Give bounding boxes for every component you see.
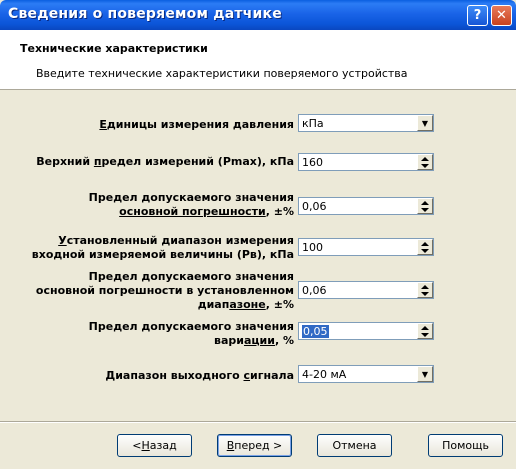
spinner-icon[interactable] xyxy=(417,323,433,339)
units-select[interactable]: кПа ▼ xyxy=(298,114,434,132)
title-bar: Сведения о поверяемом датчике ? ✕ xyxy=(0,0,516,30)
chevron-down-icon[interactable]: ▼ xyxy=(417,115,433,131)
spinner-icon[interactable] xyxy=(417,239,433,255)
variation-input[interactable]: 0,05 xyxy=(298,322,434,340)
units-label: Единицы измерения давления xyxy=(99,118,294,131)
help-button[interactable]: Помощь xyxy=(428,434,503,457)
range-error-label: Предел допускаемого значения основной по… xyxy=(35,270,294,311)
upper-limit-input[interactable]: 160 xyxy=(298,153,434,171)
footer-divider xyxy=(0,421,516,423)
upper-limit-label: Верхний предел измерений (Pmax), кПа xyxy=(36,155,294,168)
basic-error-label: Предел допускаемого значения основной по… xyxy=(88,191,294,218)
header-subtitle: Введите технические характеристики повер… xyxy=(36,67,408,80)
next-button[interactable]: Вперед > xyxy=(217,434,292,457)
spinner-icon[interactable] xyxy=(417,154,433,170)
help-title-button[interactable]: ? xyxy=(467,5,488,26)
range-input[interactable]: 100 xyxy=(298,238,434,256)
window-title: Сведения о поверяемом датчике xyxy=(8,6,282,22)
output-label: Диапазон выходного сигнала xyxy=(105,369,294,382)
range-error-input[interactable]: 0,06 xyxy=(298,281,434,299)
spinner-icon[interactable] xyxy=(417,282,433,298)
variation-label: Предел допускаемого значения вариации, % xyxy=(88,320,294,347)
header-title: Технические характеристики xyxy=(20,42,208,55)
range-label: Установленный диапазон измерения входной… xyxy=(31,234,294,261)
basic-error-input[interactable]: 0,06 xyxy=(298,197,434,215)
cancel-button[interactable]: Отмена xyxy=(317,434,392,457)
output-select[interactable]: 4-20 мА ▼ xyxy=(298,365,434,383)
chevron-down-icon[interactable]: ▼ xyxy=(417,366,433,382)
spinner-icon[interactable] xyxy=(417,198,433,214)
close-button[interactable]: ✕ xyxy=(491,5,512,26)
wizard-header: Технические характеристики Введите техни… xyxy=(0,30,516,90)
back-button[interactable]: < Назад xyxy=(117,434,192,457)
